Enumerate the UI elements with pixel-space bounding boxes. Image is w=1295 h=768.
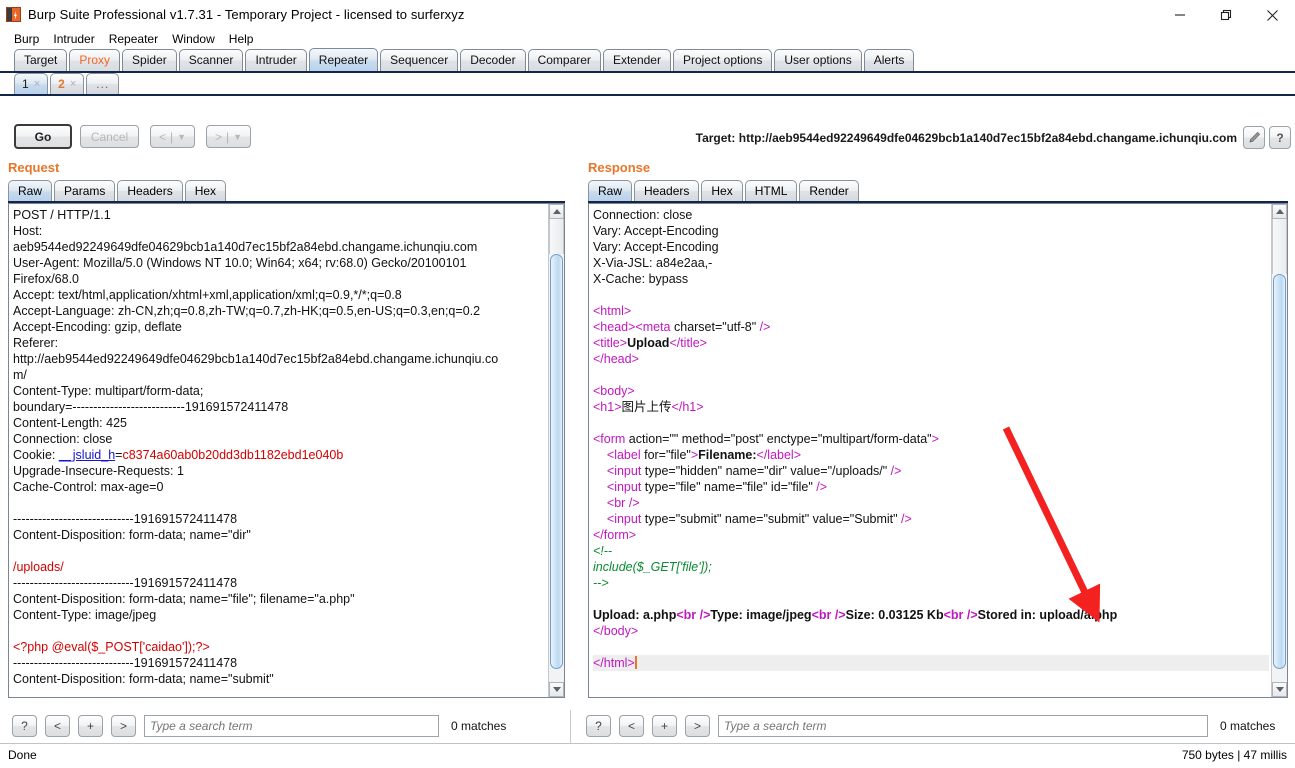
response-pane-title: Response: [588, 160, 651, 175]
response-scroll-track-top[interactable]: [1272, 219, 1287, 274]
request-pane-title: Request: [8, 160, 60, 175]
status-bar: Done 750 bytes | 47 millis: [0, 743, 1295, 768]
response-size-timing: 750 bytes | 47 millis: [1181, 748, 1287, 762]
back-separator: |: [169, 129, 174, 144]
response-tab-headers[interactable]: Headers: [634, 180, 700, 201]
title-bar: Burp Suite Professional v1.7.31 - Tempor…: [0, 0, 1295, 30]
response-tab-html[interactable]: HTML: [744, 180, 798, 201]
request-find-add-button[interactable]: +: [78, 715, 103, 737]
repeater-tab-2-close-icon[interactable]: ×: [70, 74, 76, 94]
burp-suite-window: Burp Suite Professional v1.7.31 - Tempor…: [0, 0, 1295, 768]
response-tab-render[interactable]: Render: [799, 180, 859, 201]
tab-scanner[interactable]: Scanner: [178, 49, 244, 71]
request-raw-editor[interactable]: POST / HTTP/1.1 Host: aeb9544ed92249649d…: [9, 204, 548, 697]
back-arrow-icon: <: [158, 129, 166, 144]
find-bar-divider: [570, 710, 571, 744]
status-text: Done: [8, 748, 37, 762]
repeater-tab-1[interactable]: 1 ×: [14, 73, 49, 94]
request-tab-hex[interactable]: Hex: [184, 180, 227, 201]
request-find-bar: ? < + > 0 matches: [12, 715, 506, 737]
tab-target[interactable]: Target: [14, 49, 68, 71]
forward-chevron-down-icon: ▼: [233, 131, 243, 142]
menu-item-help[interactable]: Help: [222, 32, 261, 46]
response-tab-hex[interactable]: Hex: [701, 180, 743, 201]
main-tab-strip: Target Proxy Spider Scanner Intruder Rep…: [0, 48, 1295, 73]
tab-alerts[interactable]: Alerts: [863, 49, 915, 71]
request-find-next-button[interactable]: >: [111, 715, 136, 737]
tab-spider[interactable]: Spider: [122, 49, 177, 71]
tab-repeater[interactable]: Repeater: [308, 48, 379, 71]
request-tab-raw[interactable]: Raw: [8, 180, 53, 201]
menu-item-burp[interactable]: Burp: [7, 32, 46, 46]
forward-arrow-icon: >: [214, 129, 222, 144]
request-tab-headers[interactable]: Headers: [117, 180, 183, 201]
back-button: < | ▼: [150, 125, 195, 148]
response-pane: Response Raw Headers Hex HTML Render Con…: [588, 160, 1288, 698]
request-tab-params[interactable]: Params: [54, 180, 116, 201]
request-search-input[interactable]: [144, 715, 439, 737]
tab-user-options[interactable]: User options: [774, 49, 862, 71]
repeater-tab-1-close-icon[interactable]: ×: [34, 74, 40, 94]
response-scroll-up-icon[interactable]: [1272, 204, 1287, 219]
request-scroll-up-icon[interactable]: [549, 204, 564, 219]
menu-bar: Burp Intruder Repeater Window Help: [0, 30, 1295, 49]
request-find-help-button[interactable]: ?: [12, 715, 37, 737]
minimize-icon[interactable]: [1157, 0, 1203, 30]
response-tab-raw[interactable]: Raw: [588, 180, 633, 201]
response-find-bar: ? < + > 0 matches: [586, 715, 1275, 737]
request-vertical-scrollbar[interactable]: [548, 204, 564, 697]
window-title: Burp Suite Professional v1.7.31 - Tempor…: [28, 7, 465, 22]
restore-icon[interactable]: [1203, 0, 1249, 30]
response-scroll-down-icon[interactable]: [1272, 682, 1287, 697]
tab-project-options[interactable]: Project options: [672, 49, 773, 71]
go-button[interactable]: Go: [14, 124, 72, 149]
question-mark-icon[interactable]: ?: [1269, 126, 1291, 149]
request-editor-frame: POST / HTTP/1.1 Host: aeb9544ed92249649d…: [8, 203, 565, 698]
request-scroll-thumb[interactable]: [550, 254, 563, 669]
response-find-prev-button[interactable]: <: [619, 715, 644, 737]
repeater-tab-strip: 1 × 2 × ...: [0, 73, 1295, 96]
menu-item-window[interactable]: Window: [165, 32, 222, 46]
request-find-prev-button[interactable]: <: [45, 715, 70, 737]
request-scroll-down-icon[interactable]: [549, 682, 564, 697]
response-find-help-button[interactable]: ?: [586, 715, 611, 737]
request-pane: Request Raw Params Headers Hex POST / HT…: [8, 160, 565, 698]
tab-sequencer[interactable]: Sequencer: [380, 49, 459, 71]
repeater-tab-1-label: 1: [22, 77, 29, 91]
request-match-count: 0 matches: [451, 719, 507, 733]
close-icon[interactable]: [1249, 0, 1295, 30]
tab-decoder[interactable]: Decoder: [460, 49, 526, 71]
repeater-tab-more[interactable]: ...: [86, 73, 120, 94]
cancel-button: Cancel: [80, 125, 139, 148]
tab-proxy[interactable]: Proxy: [69, 49, 121, 71]
forward-separator: |: [225, 129, 230, 144]
response-find-next-button[interactable]: >: [685, 715, 710, 737]
tab-comparer[interactable]: Comparer: [527, 49, 601, 71]
repeater-tab-2-label: 2: [58, 77, 65, 91]
response-vertical-scrollbar[interactable]: [1271, 204, 1287, 697]
tab-intruder[interactable]: Intruder: [245, 49, 307, 71]
back-chevron-down-icon: ▼: [177, 131, 187, 142]
burp-icon: [6, 7, 21, 22]
response-editor-frame: Connection: close Vary: Accept-Encoding …: [588, 203, 1288, 698]
response-raw-editor[interactable]: Connection: close Vary: Accept-Encoding …: [589, 204, 1271, 697]
response-tab-strip: Raw Headers Hex HTML Render: [588, 180, 1288, 203]
pencil-icon[interactable]: [1243, 126, 1265, 149]
window-controls: [1157, 0, 1295, 30]
response-search-input[interactable]: [718, 715, 1208, 737]
menu-item-repeater[interactable]: Repeater: [102, 32, 165, 46]
response-scroll-thumb[interactable]: [1273, 274, 1286, 669]
request-scroll-track-top[interactable]: [549, 219, 564, 254]
response-match-count: 0 matches: [1220, 719, 1276, 733]
target-label: Target: http://aeb9544ed92249649dfe04629…: [695, 131, 1237, 145]
menu-item-intruder[interactable]: Intruder: [46, 32, 101, 46]
tab-extender[interactable]: Extender: [602, 49, 671, 71]
forward-button: > | ▼: [206, 125, 251, 148]
response-find-add-button[interactable]: +: [652, 715, 677, 737]
repeater-tab-2[interactable]: 2 ×: [50, 73, 85, 94]
request-tab-strip: Raw Params Headers Hex: [8, 180, 565, 203]
